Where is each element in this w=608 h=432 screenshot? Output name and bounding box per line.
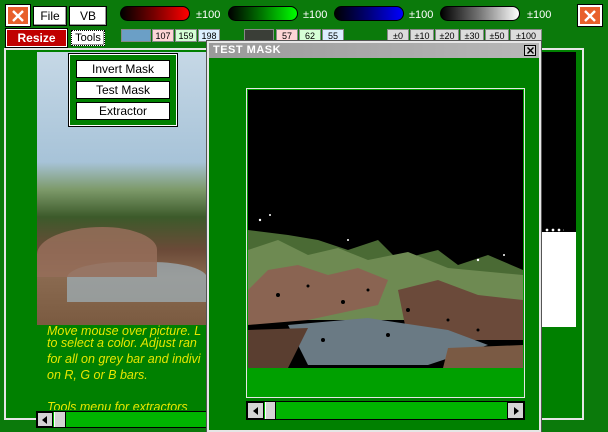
test-mask-dialog: TEST MASK	[206, 40, 542, 432]
help-panel: Move mouse over picture. L to select a c…	[37, 325, 207, 410]
test-mask-menu-item[interactable]: Test Mask	[76, 81, 170, 99]
extractor-menu-item[interactable]: Extractor	[76, 102, 170, 120]
close-icon	[584, 9, 596, 22]
mask-preview	[540, 52, 576, 327]
dialog-title: TEST MASK	[213, 44, 282, 56]
dialog-close-button[interactable]	[524, 45, 536, 56]
green-slider[interactable]	[228, 6, 298, 21]
masked-picture[interactable]	[248, 90, 523, 368]
blue-range-label: ±100	[409, 9, 434, 21]
red-range-label: ±100	[196, 9, 221, 21]
help-line-3: for all on grey bar and indivi	[47, 352, 201, 366]
dialog-scrollbar[interactable]	[246, 401, 525, 420]
grey-slider[interactable]	[440, 6, 520, 21]
mask-white-area	[540, 232, 576, 327]
dialog-scroll-right-button[interactable]	[507, 402, 524, 419]
red-value-box: 107	[152, 29, 174, 42]
selected-color-swatch	[121, 29, 151, 42]
vb-button[interactable]: VB	[69, 6, 107, 26]
file-button[interactable]: File	[33, 6, 67, 26]
dialog-title-bar[interactable]: TEST MASK	[209, 43, 539, 58]
close-icon	[526, 47, 534, 54]
scroll-right-icon	[513, 406, 519, 415]
help-line-2: to select a color. Adjust ran	[47, 336, 197, 350]
mask-specks	[544, 227, 564, 241]
picture-rock	[37, 227, 157, 277]
green-range-label: ±100	[303, 9, 328, 21]
help-line-4: on R, G or B bars.	[47, 368, 148, 382]
secondary-close-button[interactable]	[577, 4, 603, 27]
red-slider[interactable]	[120, 6, 190, 21]
blue-slider[interactable]	[334, 6, 404, 21]
masked-picture-content	[248, 90, 523, 368]
help-line-6: Tools menu for extractors	[47, 400, 188, 410]
tools-menu: Invert Mask Test Mask Extractor	[68, 53, 178, 127]
close-icon	[12, 9, 24, 22]
main-scroll-left-button[interactable]	[37, 412, 53, 427]
invert-mask-menu-item[interactable]: Invert Mask	[76, 60, 170, 78]
resize-button[interactable]: Resize	[5, 28, 68, 48]
green-value-box: 159	[175, 29, 197, 42]
scroll-left-icon	[42, 415, 47, 424]
main-scroll-thumb[interactable]	[54, 412, 66, 427]
main-scrollbar[interactable]	[36, 411, 211, 428]
dialog-scroll-thumb[interactable]	[265, 402, 276, 419]
grey-range-label: ±100	[527, 9, 552, 21]
dialog-scroll-left-button[interactable]	[247, 402, 264, 419]
scroll-left-icon	[252, 406, 258, 415]
main-close-button[interactable]	[5, 4, 31, 27]
tools-button[interactable]: Tools	[71, 30, 105, 46]
mask-image-frame	[246, 88, 525, 398]
